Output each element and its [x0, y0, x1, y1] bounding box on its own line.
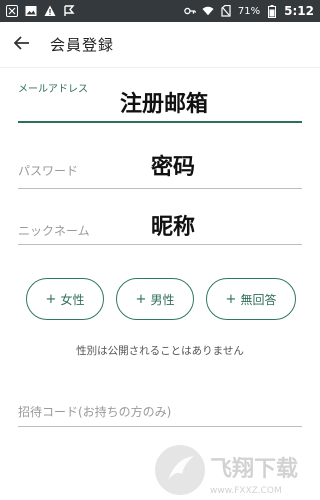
- password-underline: [18, 188, 302, 189]
- page-title: 会員登録: [50, 36, 115, 54]
- wifi-icon: [202, 5, 214, 17]
- back-button[interactable]: [0, 22, 44, 68]
- gender-female-label: 女性: [60, 292, 85, 307]
- battery-percent: 71%: [237, 5, 261, 17]
- notification-icons: [6, 5, 75, 17]
- invite-code-underline: [18, 426, 302, 427]
- plus-icon: +: [135, 291, 147, 307]
- watermark-logo: 飞翔下载 www.FXXZ.COM: [150, 440, 320, 500]
- plus-icon: +: [45, 291, 57, 307]
- battery-icon: [266, 4, 278, 18]
- gender-male-label: 男性: [150, 292, 175, 307]
- key-icon: [184, 5, 196, 17]
- password-field[interactable]: パスワード 密码: [18, 145, 302, 191]
- notification-app-icon: [6, 5, 18, 17]
- nickname-field[interactable]: ニックネーム 昵称: [18, 203, 302, 249]
- flag-icon: [63, 5, 75, 17]
- gender-selector: + 女性 + 男性 + 無回答: [26, 278, 296, 320]
- invite-code-placeholder: 招待コード(お持ちの方のみ): [18, 405, 172, 419]
- nickname-value: 昵称: [151, 215, 196, 240]
- password-label: パスワード: [18, 164, 79, 178]
- gender-male-button[interactable]: + 男性: [116, 278, 194, 320]
- status-bar: 71% 5:12: [0, 0, 320, 22]
- watermark-emblem-icon: 飞翔下载 www.FXXZ.COM: [155, 445, 298, 496]
- invite-code-field[interactable]: 招待コード(お持ちの方のみ): [18, 395, 302, 431]
- gender-privacy-note: 性別は公開されることはありません: [76, 345, 244, 357]
- gender-female-button[interactable]: + 女性: [26, 278, 104, 320]
- password-value: 密码: [151, 155, 196, 180]
- clock: 5:12: [284, 4, 314, 18]
- email-underline: [18, 121, 302, 123]
- email-label: メールアドレス: [18, 84, 88, 95]
- image-icon: [25, 5, 37, 17]
- watermark-brand: 飞翔下载: [210, 456, 298, 482]
- app-bar: 会員登録: [0, 22, 320, 68]
- back-arrow-icon: [13, 35, 30, 54]
- email-value: 注册邮箱: [120, 92, 209, 117]
- watermark-domain: www.FXXZ.COM: [210, 486, 282, 496]
- email-field[interactable]: メールアドレス 注册邮箱: [18, 80, 302, 126]
- gender-no-answer-label: 無回答: [240, 292, 277, 307]
- no-sim-icon: [220, 5, 232, 17]
- warning-icon: [44, 5, 56, 17]
- system-icons: 71% 5:12: [184, 4, 314, 18]
- plus-icon: +: [225, 291, 237, 307]
- nickname-label: ニックネーム: [18, 224, 90, 238]
- nickname-underline: [18, 244, 302, 245]
- gender-no-answer-button[interactable]: + 無回答: [206, 278, 296, 320]
